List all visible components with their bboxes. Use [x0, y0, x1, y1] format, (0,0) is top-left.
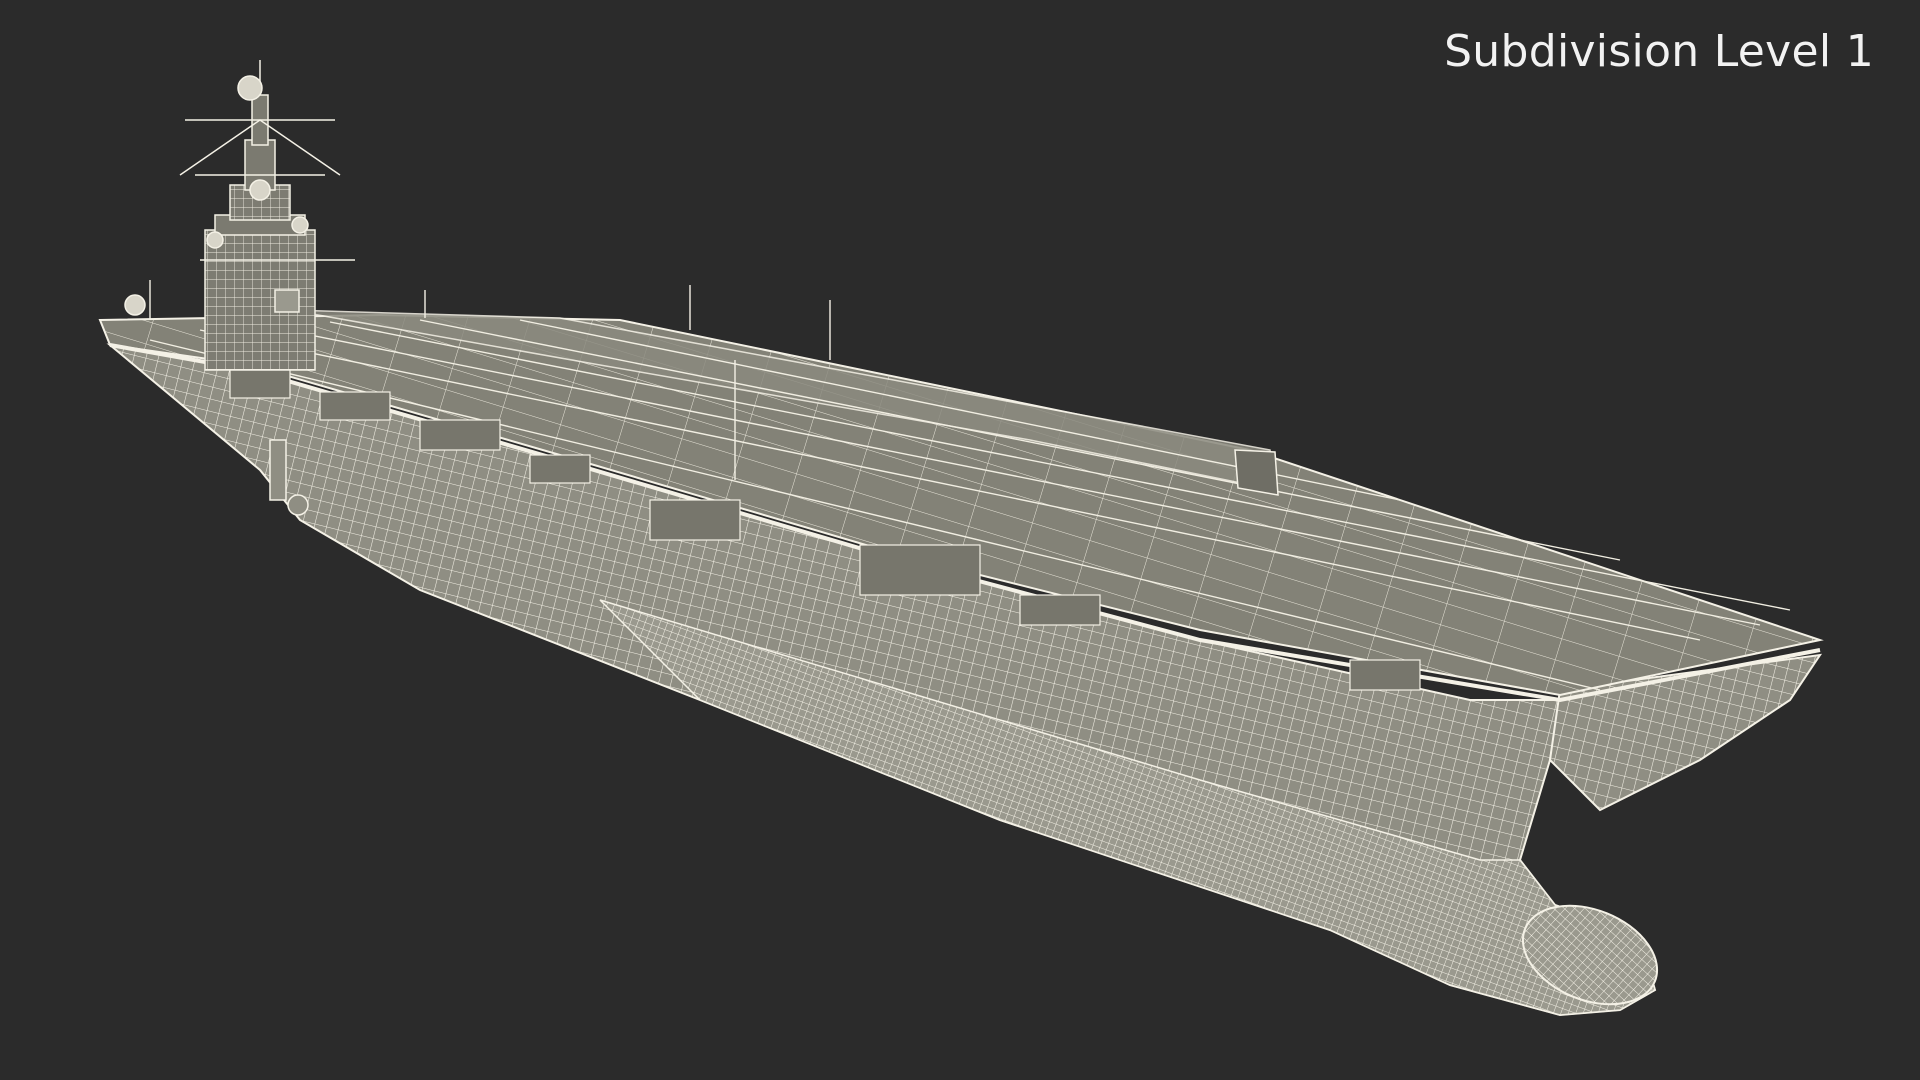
- deck-elevator: [1234, 449, 1279, 496]
- subdivision-level-label: Subdivision Level 1: [1444, 26, 1874, 77]
- render-viewport: Subdivision Level 1: [0, 0, 1920, 1080]
- aircraft-carrier-wireframe-icon: [98, 60, 1824, 1017]
